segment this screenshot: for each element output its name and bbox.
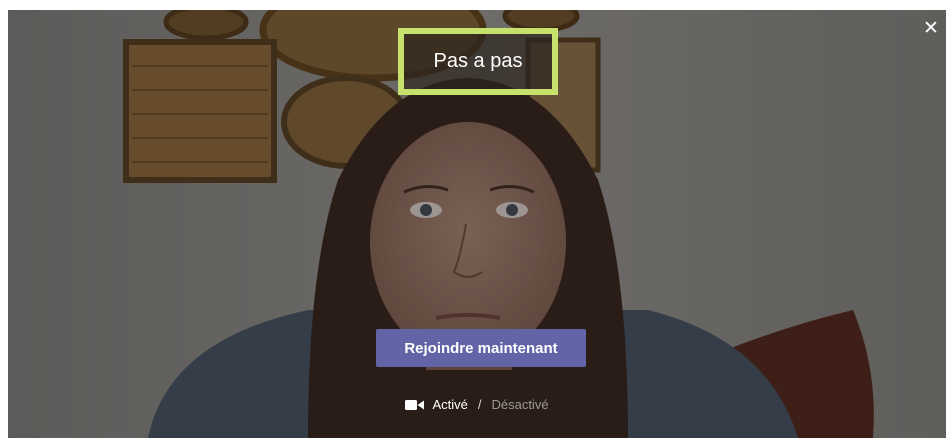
meeting-title-box: Pas a pas (398, 28, 558, 95)
close-icon: ✕ (923, 18, 939, 39)
join-now-button[interactable]: Rejoindre maintenant (376, 329, 586, 367)
video-toggle-separator: / (477, 397, 482, 412)
meeting-preview: ✕ Pas a pas Rejoindre maintenant Activé … (8, 10, 946, 438)
video-toggle: Activé / Désactivé (8, 397, 946, 412)
video-camera-icon (405, 399, 425, 411)
meeting-title: Pas a pas (433, 50, 523, 72)
video-off-option[interactable]: Désactivé (491, 397, 548, 412)
video-on-option[interactable]: Activé (432, 397, 467, 412)
close-button[interactable]: ✕ (920, 18, 942, 40)
